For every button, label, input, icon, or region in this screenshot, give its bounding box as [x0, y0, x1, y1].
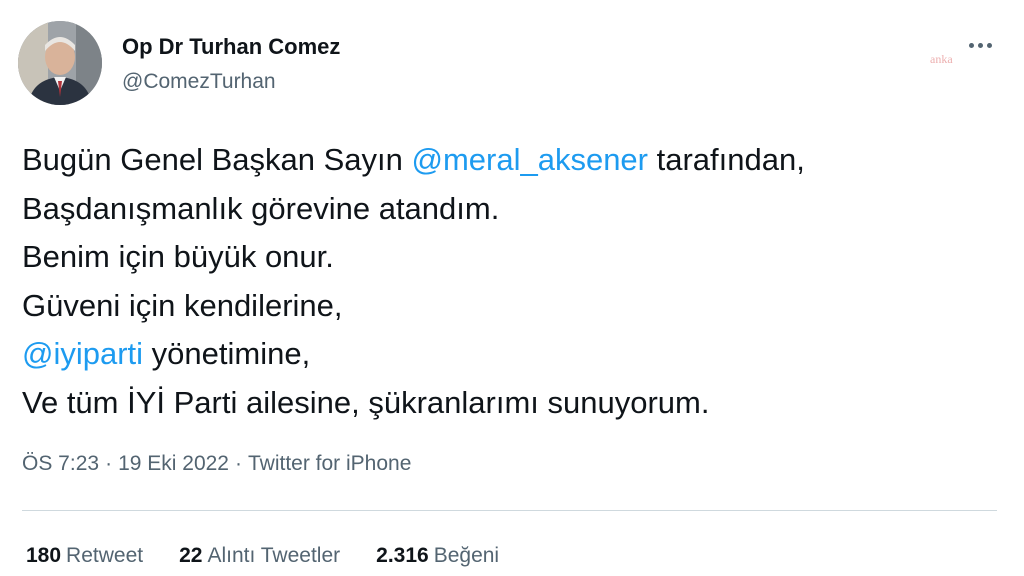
retweet-number: 180 [26, 544, 62, 567]
tweet-line: @iyiparti yönetimine, [22, 330, 1007, 379]
quote-count[interactable]: 22 Alıntı Tweetler [179, 544, 340, 568]
tweet-meta: ÖS 7:23 · 19 Eki 2022 · Twitter for iPhone [22, 452, 411, 476]
retweet-label: Retweet [66, 544, 144, 567]
tweet-line: Benim için büyük onur. [22, 239, 334, 274]
tweet-line-text: tarafından, [648, 142, 805, 177]
more-icon-dot [986, 42, 992, 48]
tweet-time[interactable]: ÖS 7:23 [22, 452, 99, 475]
divider [22, 510, 997, 511]
avatar-photo [18, 21, 102, 105]
quote-label: Alıntı Tweetler [207, 544, 341, 567]
like-label: Beğeni [433, 544, 500, 567]
user-handle[interactable]: @ComezTurhan [122, 70, 276, 94]
like-count[interactable]: 2.316 Beğeni [376, 544, 499, 568]
tweet-line: Başdanışmanlık görevine atandım. [22, 190, 500, 226]
like-number: 2.316 [376, 544, 429, 567]
display-name[interactable]: Op Dr Turhan Comez [122, 34, 340, 60]
tweet-date[interactable]: 19 Eki 2022 [118, 452, 229, 475]
watermark: anka [930, 52, 953, 66]
mention-link[interactable]: @iyiparti [22, 336, 143, 371]
mention-link[interactable]: @meral_aksener [411, 142, 648, 177]
quote-number: 22 [179, 544, 203, 567]
more-horizontal-icon [968, 42, 974, 48]
tweet-line-text: Bugün Genel Başkan Sayın [22, 142, 412, 177]
tweet-line: Güveni için kendilerine, [22, 287, 343, 323]
meta-separator: · [234, 452, 242, 475]
tweet-stats: 180 Retweet 22 Alıntı Tweetler 2.316 Beğeni [26, 544, 499, 568]
retweet-count[interactable]: 180 Retweet [26, 544, 143, 568]
tweet-text: Bugün Genel Başkan Sayın @meral_aksener … [22, 136, 1007, 427]
tweet-line-text: yönetimine, [143, 336, 311, 371]
more-options-button[interactable] [958, 30, 1002, 60]
tweet-card: Op Dr Turhan Comez @ComezTurhan anka Bug… [0, 0, 1024, 576]
more-icon-dot [977, 42, 983, 48]
tweet-line: Ve tüm İYİ Parti ailesine, şükranlarımı … [22, 384, 710, 420]
tweet-source[interactable]: Twitter for iPhone [248, 452, 411, 475]
avatar[interactable] [18, 21, 102, 105]
tweet-line: Bugün Genel Başkan Sayın @meral_aksener … [22, 136, 1007, 185]
meta-separator: · [105, 452, 113, 475]
